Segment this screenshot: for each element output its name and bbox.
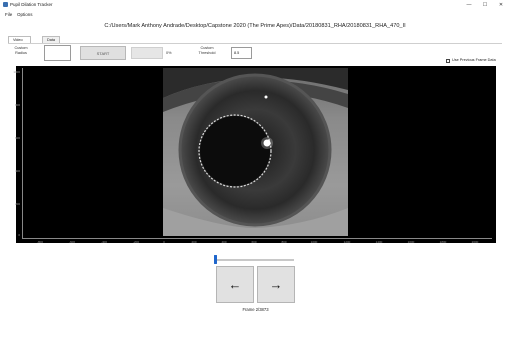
frame-slider-track[interactable]	[215, 259, 294, 261]
x-tick: -600	[68, 240, 75, 244]
y-tick: 400	[14, 169, 20, 173]
progress-percent: 0%	[166, 51, 172, 55]
title-bar: Pupil Dilation Tracker — ☐ ✕	[0, 0, 510, 9]
menu-options[interactable]: Options	[17, 11, 33, 19]
custom-radius-label: Custom Radius	[14, 46, 28, 55]
x-axis	[22, 238, 492, 239]
custom-radius-input[interactable]	[44, 45, 71, 61]
x-tick: 600	[251, 240, 257, 244]
use-previous-label: Use Previous Frame Data	[452, 58, 496, 62]
frame-slider-handle[interactable]	[214, 255, 217, 264]
x-tick: 800	[281, 240, 287, 244]
x-tick: 1600	[407, 240, 415, 244]
custom-threshold-label: Custom Threshold	[198, 46, 216, 55]
progress-bar	[131, 47, 163, 59]
menu-file[interactable]: File	[5, 11, 12, 19]
window-title: Pupil Dilation Tracker	[10, 2, 53, 7]
x-tick: -800	[36, 240, 43, 244]
right-arrow-icon: →	[269, 277, 283, 292]
y-tick: 800	[14, 103, 20, 107]
y-tick: 600	[14, 136, 20, 140]
folder-path: C:/Users/Mark Anthony Andrade/Desktop/Ca…	[104, 23, 406, 29]
start-button[interactable]: START	[80, 46, 126, 60]
y-axis	[22, 68, 23, 238]
minimize-button[interactable]: —	[462, 0, 476, 9]
y-tick: 200	[14, 202, 20, 206]
previous-frame-button[interactable]: ←	[216, 266, 254, 303]
x-tick: 1800	[439, 240, 447, 244]
use-previous-checkbox[interactable]	[446, 59, 450, 63]
eye-image	[163, 68, 348, 236]
x-tick: 400	[221, 240, 227, 244]
eye-video-frame	[163, 68, 348, 236]
app-icon	[3, 2, 8, 7]
y-tick: 1000	[13, 70, 20, 74]
frame-counter: Frame 2/3873	[242, 307, 269, 312]
next-frame-button[interactable]: →	[257, 266, 295, 303]
x-tick: 200	[191, 240, 197, 244]
maximize-button[interactable]: ☐	[478, 0, 492, 9]
x-tick: 1000	[310, 240, 318, 244]
x-tick: -200	[132, 240, 139, 244]
x-tick: -400	[100, 240, 107, 244]
left-arrow-icon: ←	[228, 277, 242, 292]
close-button[interactable]: ✕	[494, 0, 508, 9]
x-tick: 2000	[471, 240, 479, 244]
x-tick: 1400	[375, 240, 383, 244]
x-tick: 0	[163, 240, 165, 244]
y-tick: 0	[18, 233, 20, 237]
threshold-input[interactable]: 8.5	[231, 47, 252, 59]
x-tick: 1200	[343, 240, 351, 244]
